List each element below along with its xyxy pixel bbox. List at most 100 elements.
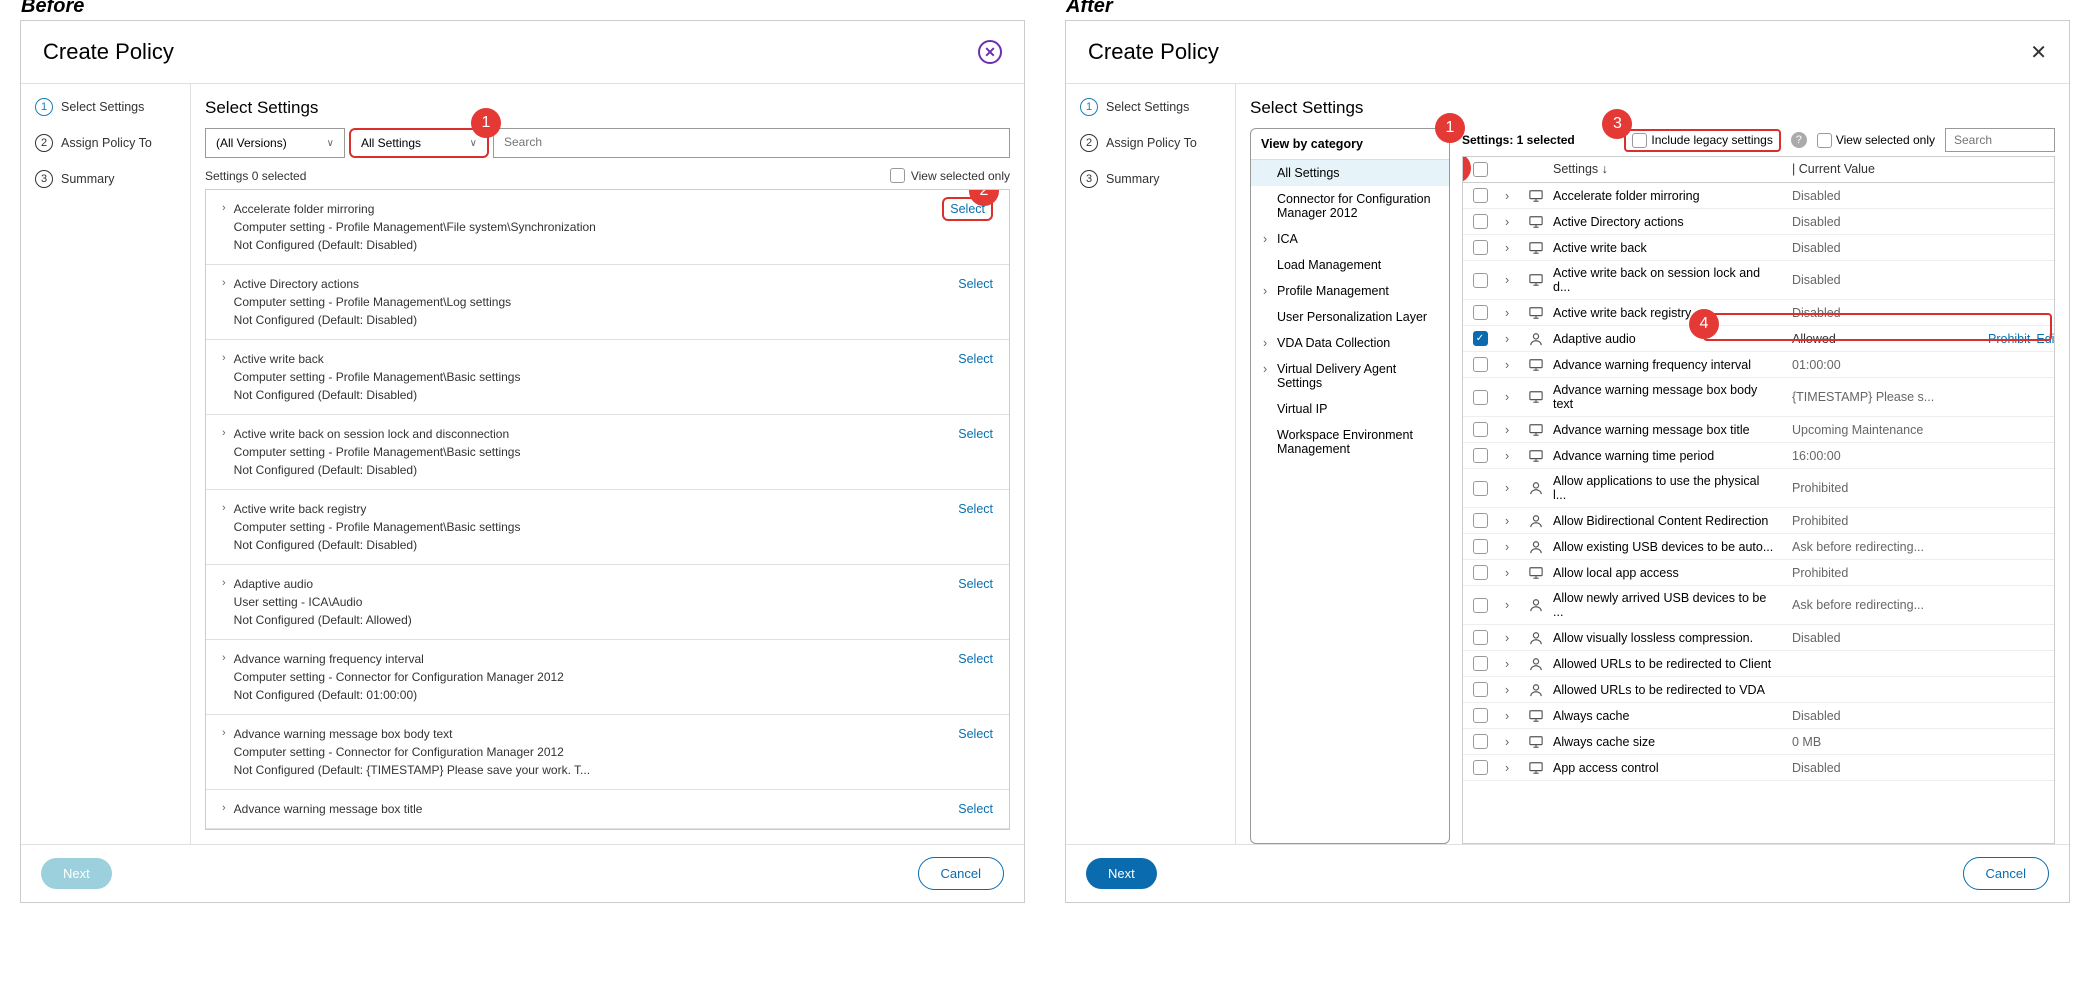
chevron-right-icon[interactable]: ›	[222, 427, 226, 439]
select-button[interactable]: Select	[958, 727, 993, 741]
category-item[interactable]: Profile Management	[1251, 278, 1449, 304]
table-row[interactable]: ›Advance warning message box body text{T…	[1463, 378, 2054, 417]
chevron-right-icon[interactable]: ›	[1497, 327, 1521, 351]
step-assign[interactable]: 2Assign Policy To	[1080, 134, 1221, 152]
step-select-settings[interactable]: 1Select Settings	[35, 98, 176, 116]
table-row[interactable]: ›Active write back registryDisabled	[1463, 300, 2054, 326]
chevron-right-icon[interactable]: ›	[1497, 301, 1521, 325]
view-selected-only-toggle[interactable]: View selected only	[890, 168, 1010, 183]
select-all-checkbox[interactable]: 2	[1463, 157, 1497, 182]
category-item[interactable]: Connector for Configuration Manager 2012	[1251, 186, 1449, 226]
row-checkbox[interactable]	[1473, 390, 1488, 405]
row-checkbox[interactable]	[1473, 214, 1488, 229]
row-checkbox[interactable]	[1473, 734, 1488, 749]
chevron-right-icon[interactable]: ›	[1497, 678, 1521, 702]
row-checkbox[interactable]	[1473, 565, 1488, 580]
chevron-right-icon[interactable]: ›	[1497, 444, 1521, 468]
chevron-right-icon[interactable]: ›	[222, 502, 226, 514]
step-select-settings[interactable]: 1Select Settings	[1080, 98, 1221, 116]
row-checkbox[interactable]	[1473, 448, 1488, 463]
step-summary[interactable]: 3Summary	[1080, 170, 1221, 188]
select-button[interactable]: Select	[958, 427, 993, 441]
chevron-right-icon[interactable]: ›	[1497, 353, 1521, 377]
table-row[interactable]: ›Allow newly arrived USB devices to be .…	[1463, 586, 2054, 625]
chevron-right-icon[interactable]: ›	[222, 352, 226, 364]
row-checkbox[interactable]: ✓	[1473, 331, 1488, 346]
help-icon[interactable]: ?	[1791, 132, 1807, 148]
col-settings[interactable]: Settings ↓	[1545, 157, 1784, 182]
chevron-right-icon[interactable]: ›	[1497, 561, 1521, 585]
chevron-right-icon[interactable]: ›	[1497, 756, 1521, 780]
table-row[interactable]: ›Allow local app accessProhibited	[1463, 560, 2054, 586]
table-row[interactable]: ›Active write backDisabled	[1463, 235, 2054, 261]
search-input[interactable]	[493, 128, 1010, 158]
table-row[interactable]: ›Allow applications to use the physical …	[1463, 469, 2054, 508]
row-checkbox[interactable]	[1473, 539, 1488, 554]
category-item[interactable]: Load Management	[1251, 252, 1449, 278]
chevron-right-icon[interactable]: ›	[1497, 476, 1521, 500]
cancel-button[interactable]: Cancel	[918, 857, 1004, 890]
table-row[interactable]: ›Allowed URLs to be redirected to Client	[1463, 651, 2054, 677]
table-row[interactable]: ›Always cache size0 MB	[1463, 729, 2054, 755]
all-settings-select[interactable]: All Settings∨ 1	[349, 128, 489, 158]
table-row[interactable]: ›Advance warning time period16:00:00	[1463, 443, 2054, 469]
include-legacy-toggle[interactable]: 3 Include legacy settings	[1624, 129, 1780, 152]
table-row[interactable]: ›Active write back on session lock and d…	[1463, 261, 2054, 300]
table-row[interactable]: ›App access controlDisabled	[1463, 755, 2054, 781]
category-item[interactable]: Virtual IP	[1251, 396, 1449, 422]
row-checkbox[interactable]	[1473, 305, 1488, 320]
table-row[interactable]: ›Active Directory actionsDisabled	[1463, 209, 2054, 235]
table-row[interactable]: ›Advance warning frequency interval01:00…	[1463, 352, 2054, 378]
table-row[interactable]: ›Allowed URLs to be redirected to VDA	[1463, 677, 2054, 703]
table-row[interactable]: ›Allow Bidirectional Content Redirection…	[1463, 508, 2054, 534]
chevron-right-icon[interactable]: ›	[1497, 236, 1521, 260]
chevron-right-icon[interactable]: ›	[1497, 704, 1521, 728]
close-icon[interactable]: ✕	[2030, 40, 2047, 65]
table-row[interactable]: ›Advance warning message box titleUpcomi…	[1463, 417, 2054, 443]
chevron-right-icon[interactable]: ›	[1497, 652, 1521, 676]
row-checkbox[interactable]	[1473, 598, 1488, 613]
row-checkbox[interactable]	[1473, 422, 1488, 437]
cancel-button[interactable]: Cancel	[1963, 857, 2049, 890]
row-checkbox[interactable]	[1473, 188, 1488, 203]
chevron-right-icon[interactable]: ›	[222, 727, 226, 739]
select-button[interactable]: Select	[958, 502, 993, 516]
row-checkbox[interactable]	[1473, 357, 1488, 372]
chevron-right-icon[interactable]: ›	[222, 277, 226, 289]
chevron-right-icon[interactable]: ›	[1497, 509, 1521, 533]
chevron-right-icon[interactable]: ›	[1497, 626, 1521, 650]
row-checkbox[interactable]	[1473, 760, 1488, 775]
next-button[interactable]: Next	[41, 858, 112, 889]
category-item[interactable]: User Personalization Layer	[1251, 304, 1449, 330]
view-selected-only-toggle[interactable]: View selected only	[1817, 133, 1935, 148]
select-button[interactable]: Select	[958, 352, 993, 366]
select-button[interactable]: Select	[958, 277, 993, 291]
next-button[interactable]: Next	[1086, 858, 1157, 889]
step-summary[interactable]: 3Summary	[35, 170, 176, 188]
chevron-right-icon[interactable]: ›	[1497, 593, 1521, 617]
chevron-right-icon[interactable]: ›	[222, 802, 226, 814]
edit-link[interactable]: Edit	[2036, 332, 2055, 346]
chevron-right-icon[interactable]: ›	[222, 577, 226, 589]
category-item[interactable]: Virtual Delivery Agent Settings	[1251, 356, 1449, 396]
chevron-right-icon[interactable]: ›	[1497, 184, 1521, 208]
chevron-right-icon[interactable]: ›	[1497, 268, 1521, 292]
versions-select[interactable]: (All Versions)∨	[205, 128, 345, 158]
table-row[interactable]: ✓›Adaptive audioAllowedProhibitEdit	[1463, 326, 2054, 352]
row-checkbox[interactable]	[1473, 513, 1488, 528]
select-button[interactable]: Select	[958, 802, 993, 816]
close-icon[interactable]: ✕	[978, 40, 1002, 64]
select-button[interactable]: Select	[958, 652, 993, 666]
step-assign[interactable]: 2Assign Policy To	[35, 134, 176, 152]
chevron-right-icon[interactable]: ›	[1497, 385, 1521, 409]
table-row[interactable]: ›Allow visually lossless compression.Dis…	[1463, 625, 2054, 651]
category-item[interactable]: Workspace Environment Management	[1251, 422, 1449, 462]
chevron-right-icon[interactable]: ›	[1497, 418, 1521, 442]
select-button[interactable]: Select	[958, 577, 993, 591]
category-item[interactable]: All Settings	[1251, 160, 1449, 186]
row-checkbox[interactable]	[1473, 240, 1488, 255]
category-item[interactable]: VDA Data Collection	[1251, 330, 1449, 356]
row-checkbox[interactable]	[1473, 682, 1488, 697]
row-checkbox[interactable]	[1473, 481, 1488, 496]
row-checkbox[interactable]	[1473, 656, 1488, 671]
